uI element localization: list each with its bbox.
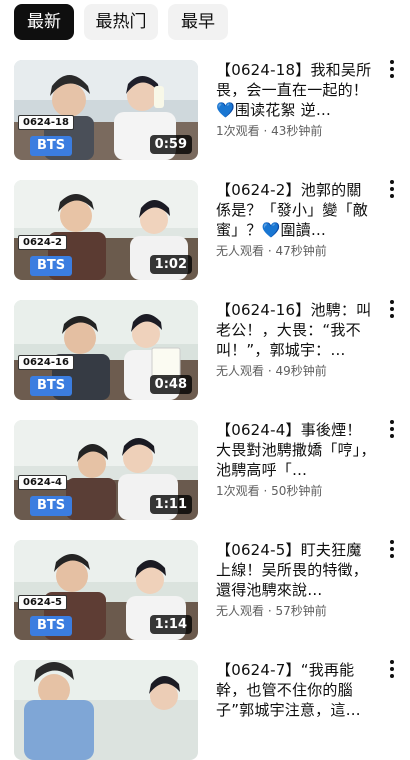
video-thumbnail[interactable]: 0624-4 BTS 1:11 [14, 420, 198, 520]
chip-popular[interactable]: 最热门 [84, 4, 158, 40]
video-thumbnail[interactable]: 0624-2 BTS 1:02 [14, 180, 198, 280]
video-title[interactable]: 【0624-2】池郭的關係是？「發小」變「敵蜜」？💙圍讀… [216, 180, 376, 240]
more-options-icon[interactable] [388, 60, 396, 80]
video-duration: 1:14 [149, 615, 192, 634]
filter-chip-bar: 最新 最热门 最早 [0, 0, 410, 46]
video-thumbnail[interactable]: 0624-16 BTS 0:48 [14, 300, 198, 400]
video-title[interactable]: 【0624-7】“我再能幹，也管不住你的腦子”郭城宇注意，這… [216, 660, 376, 720]
chip-oldest[interactable]: 最早 [168, 4, 228, 40]
chip-latest[interactable]: 最新 [14, 4, 74, 40]
video-info: 【0624-4】事後煙！大畏對池騁撒嬌「哼」，池騁高呼「… 1次观看 · 50秒… [216, 420, 376, 499]
video-title[interactable]: 【0624-18】我和吴所畏，会一直在一起的！💙围读花絮 逆… [216, 60, 376, 120]
video-info: 【0624-18】我和吴所畏，会一直在一起的！💙围读花絮 逆… 1次观看 · 4… [216, 60, 376, 139]
more-options-icon[interactable] [388, 180, 396, 200]
video-duration: 1:11 [149, 495, 192, 514]
thumbnail-logo: BTS [30, 256, 73, 276]
thumbnail-episode-tag: 0624-4 [18, 475, 67, 490]
video-item[interactable]: 0624-2 BTS 1:02 【0624-2】池郭的關係是？「發小」變「敵蜜」… [0, 166, 410, 280]
more-options-icon[interactable] [388, 540, 396, 560]
video-item[interactable]: 0624-16 BTS 0:48 【0624-16】池騁：叫老公！，大畏：“我不… [0, 286, 410, 400]
thumbnail-episode-tag: 0624-16 [18, 355, 74, 370]
thumbnail-episode-tag: 0624-18 [18, 115, 74, 130]
video-meta: 无人观看 · 47秒钟前 [216, 244, 327, 258]
thumbnail-logo: BTS [30, 616, 73, 636]
video-thumbnail[interactable]: 0624-18 BTS 0:59 [14, 60, 198, 160]
video-thumbnail[interactable] [14, 660, 198, 760]
more-options-icon[interactable] [388, 420, 396, 440]
video-thumbnail[interactable]: 0624-5 BTS 1:14 [14, 540, 198, 640]
video-duration: 1:02 [149, 255, 192, 274]
video-item[interactable]: 0624-5 BTS 1:14 【0624-5】盯夫狂魔上線！吴所畏的特徵，還得… [0, 526, 410, 640]
video-info: 【0624-2】池郭的關係是？「發小」變「敵蜜」？💙圍讀… 无人观看 · 47秒… [216, 180, 376, 259]
video-meta: 1次观看 · 50秒钟前 [216, 484, 323, 498]
video-info: 【0624-16】池騁：叫老公！，大畏：“我不叫！”，郭城宇：… 无人观看 · … [216, 300, 376, 379]
video-info: 【0624-5】盯夫狂魔上線！吴所畏的特徵，還得池騁來說… 无人观看 · 57秒… [216, 540, 376, 619]
video-meta: 无人观看 · 49秒钟前 [216, 364, 327, 378]
video-item[interactable]: 【0624-7】“我再能幹，也管不住你的腦子”郭城宇注意，這… [0, 646, 410, 760]
video-title[interactable]: 【0624-16】池騁：叫老公！，大畏：“我不叫！”，郭城宇：… [216, 300, 376, 360]
thumbnail-episode-tag: 0624-5 [18, 595, 67, 610]
video-title[interactable]: 【0624-4】事後煙！大畏對池騁撒嬌「哼」，池騁高呼「… [216, 420, 376, 480]
thumbnail-logo: BTS [30, 376, 73, 396]
video-duration: 0:48 [149, 375, 192, 394]
video-title[interactable]: 【0624-5】盯夫狂魔上線！吴所畏的特徵，還得池騁來說… [216, 540, 376, 600]
video-meta: 无人观看 · 57秒钟前 [216, 604, 327, 618]
video-item[interactable]: 0624-18 BTS 0:59 【0624-18】我和吴所畏，会一直在一起的！… [0, 46, 410, 160]
thumbnail-logo: BTS [30, 136, 73, 156]
more-options-icon[interactable] [388, 300, 396, 320]
thumbnail-logo: BTS [30, 496, 73, 516]
thumbnail-episode-tag: 0624-2 [18, 235, 67, 250]
more-options-icon[interactable] [388, 660, 396, 680]
video-duration: 0:59 [149, 135, 192, 154]
video-info: 【0624-7】“我再能幹，也管不住你的腦子”郭城宇注意，這… [216, 660, 376, 720]
video-meta: 1次观看 · 43秒钟前 [216, 124, 323, 138]
video-item[interactable]: 0624-4 BTS 1:11 【0624-4】事後煙！大畏對池騁撒嬌「哼」，池… [0, 406, 410, 520]
